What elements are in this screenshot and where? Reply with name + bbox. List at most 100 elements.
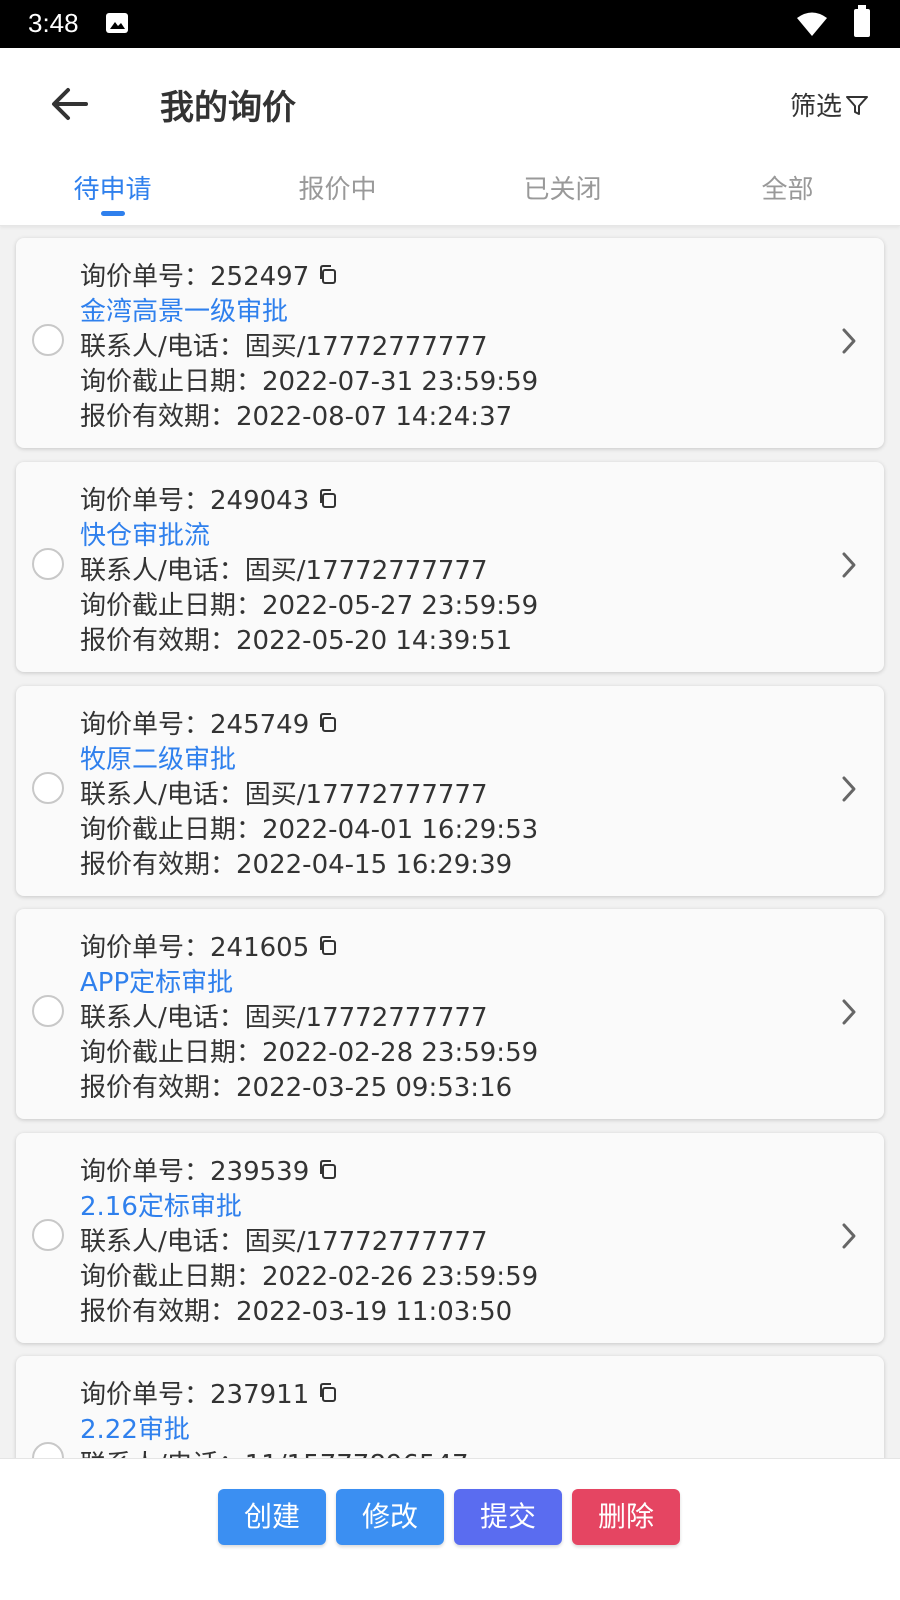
inquiry-number-label: 询价单号：	[80, 1157, 211, 1187]
inquiry-number: 249043	[210, 486, 310, 516]
copy-icon[interactable]	[317, 264, 339, 286]
inquiry-number: 241605	[210, 933, 310, 963]
contact-line: 联系人/电话：固买/17772777777	[80, 1221, 488, 1258]
validity-label: 报价有效期：	[80, 402, 237, 432]
inquiry-number-line: 询价单号：245749	[80, 704, 339, 741]
select-radio[interactable]	[32, 1219, 64, 1251]
inquiry-number-label: 询价单号：	[80, 262, 211, 292]
inquiry-name: 2.16定标审批	[80, 1192, 242, 1222]
tab-bar: 待申请 报价中 已关闭 全部	[0, 163, 900, 223]
validity-value: 2022-04-15 16:29:39	[236, 850, 513, 880]
arrow-left-icon	[52, 88, 88, 120]
inquiry-number-line: 询价单号：241605	[80, 927, 339, 964]
deadline-label: 询价截止日期：	[80, 591, 263, 621]
validity-label: 报价有效期：	[80, 1297, 237, 1327]
select-radio[interactable]	[32, 995, 64, 1027]
deadline-label: 询价截止日期：	[80, 815, 263, 845]
contact-line: 联系人/电话：固买/17772777777	[80, 997, 488, 1034]
deadline-line: 询价截止日期：2022-07-31 23:59:59	[80, 361, 538, 398]
contact-value: 固买/17772777777	[244, 1227, 488, 1257]
select-radio[interactable]	[32, 772, 64, 804]
status-time: 3:48	[28, 8, 79, 38]
copy-icon[interactable]	[317, 935, 339, 957]
inquiry-number: 237911	[210, 1380, 310, 1410]
inquiry-list: 询价单号：252497 金湾高景一级审批 联系人/电话：固买/177727777…	[0, 226, 900, 1488]
contact-value: 固买/17772777777	[244, 1003, 488, 1033]
deadline-line: 询价截止日期：2022-02-28 23:59:59	[80, 1032, 538, 1069]
inquiry-card[interactable]: 询价单号：249043 快仓审批流 联系人/电话：固买/17772777777 …	[16, 462, 884, 672]
validity-value: 2022-03-25 09:53:16	[236, 1073, 513, 1103]
validity-value: 2022-03-19 11:03:50	[236, 1297, 513, 1327]
deadline-label: 询价截止日期：	[80, 1038, 263, 1068]
submit-button[interactable]: 提交	[454, 1489, 562, 1545]
tab-all[interactable]: 全部	[675, 163, 900, 223]
inquiry-name: APP定标审批	[80, 968, 234, 998]
chevron-right-icon	[842, 999, 856, 1025]
inquiry-name: 金湾高景一级审批	[80, 297, 289, 327]
validity-line: 报价有效期：2022-03-25 09:53:16	[80, 1067, 512, 1104]
deadline-line: 询价截止日期：2022-04-01 16:29:53	[80, 809, 538, 846]
inquiry-number-label: 询价单号：	[80, 710, 211, 740]
contact-label: 联系人/电话：	[80, 1227, 245, 1257]
chevron-right-icon	[842, 328, 856, 354]
deadline-value: 2022-02-28 23:59:59	[262, 1038, 539, 1068]
deadline-line: 询价截止日期：2022-05-27 23:59:59	[80, 585, 538, 622]
deadline-label: 询价截止日期：	[80, 1262, 263, 1292]
tab-pending[interactable]: 待申请	[0, 163, 225, 223]
contact-value: 固买/17772777777	[244, 780, 488, 810]
inquiry-number-line: 询价单号：237911	[80, 1374, 339, 1411]
contact-value: 固买/17772777777	[244, 332, 488, 362]
inquiry-number-line: 询价单号：249043	[80, 480, 339, 517]
tab-quoting[interactable]: 报价中	[225, 163, 450, 223]
contact-label: 联系人/电话：	[80, 780, 245, 810]
contact-line: 联系人/电话：固买/17772777777	[80, 774, 488, 811]
copy-icon[interactable]	[317, 1382, 339, 1404]
contact-label: 联系人/电话：	[80, 1003, 245, 1033]
back-button[interactable]	[48, 82, 92, 126]
funnel-icon	[846, 95, 869, 115]
inquiry-name: 2.22审批	[80, 1415, 190, 1445]
battery-icon	[854, 5, 870, 37]
select-radio[interactable]	[32, 324, 64, 356]
chevron-right-icon	[842, 1223, 856, 1249]
filter-label: 筛选	[790, 92, 843, 122]
validity-label: 报价有效期：	[80, 626, 237, 656]
copy-icon[interactable]	[317, 712, 339, 734]
validity-line: 报价有效期：2022-03-19 11:03:50	[80, 1291, 512, 1328]
validity-line: 报价有效期：2022-04-15 16:29:39	[80, 844, 512, 881]
deadline-value: 2022-07-31 23:59:59	[262, 367, 539, 397]
tab-closed[interactable]: 已关闭	[450, 163, 675, 223]
select-radio[interactable]	[32, 548, 64, 580]
wifi-icon	[796, 11, 828, 41]
page-title: 我的询价	[160, 88, 296, 128]
validity-label: 报价有效期：	[80, 1073, 237, 1103]
copy-icon[interactable]	[317, 488, 339, 510]
deadline-value: 2022-05-27 23:59:59	[262, 591, 539, 621]
delete-button[interactable]: 删除	[572, 1489, 680, 1545]
status-bar: 3:48	[0, 0, 900, 48]
create-button[interactable]: 创建	[218, 1489, 326, 1545]
deadline-line: 询价截止日期：2022-02-26 23:59:59	[80, 1256, 538, 1293]
inquiry-name: 快仓审批流	[80, 521, 211, 551]
edit-button[interactable]: 修改	[336, 1489, 444, 1545]
deadline-label: 询价截止日期：	[80, 367, 263, 397]
deadline-value: 2022-02-26 23:59:59	[262, 1262, 539, 1292]
inquiry-card[interactable]: 询价单号：252497 金湾高景一级审批 联系人/电话：固买/177727777…	[16, 238, 884, 448]
copy-icon[interactable]	[317, 1159, 339, 1181]
inquiry-card[interactable]: 询价单号：245749 牧原二级审批 联系人/电话：固买/17772777777…	[16, 686, 884, 896]
contact-line: 联系人/电话：固买/17772777777	[80, 550, 488, 587]
inquiry-name: 牧原二级审批	[80, 745, 237, 775]
validity-line: 报价有效期：2022-05-20 14:39:51	[80, 620, 512, 657]
contact-label: 联系人/电话：	[80, 556, 245, 586]
inquiry-number: 245749	[210, 710, 310, 740]
validity-value: 2022-08-07 14:24:37	[236, 402, 513, 432]
inquiry-number-line: 询价单号：252497	[80, 256, 339, 293]
chevron-right-icon	[842, 776, 856, 802]
chevron-right-icon	[842, 552, 856, 578]
inquiry-number-label: 询价单号：	[80, 933, 211, 963]
filter-button[interactable]: 筛选	[790, 86, 870, 123]
inquiry-number-label: 询价单号：	[80, 486, 211, 516]
inquiry-card[interactable]: 询价单号：241605 APP定标审批 联系人/电话：固买/1777277777…	[16, 909, 884, 1119]
inquiry-card[interactable]: 询价单号：239539 2.16定标审批 联系人/电话：固买/177727777…	[16, 1133, 884, 1343]
contact-label: 联系人/电话：	[80, 332, 245, 362]
